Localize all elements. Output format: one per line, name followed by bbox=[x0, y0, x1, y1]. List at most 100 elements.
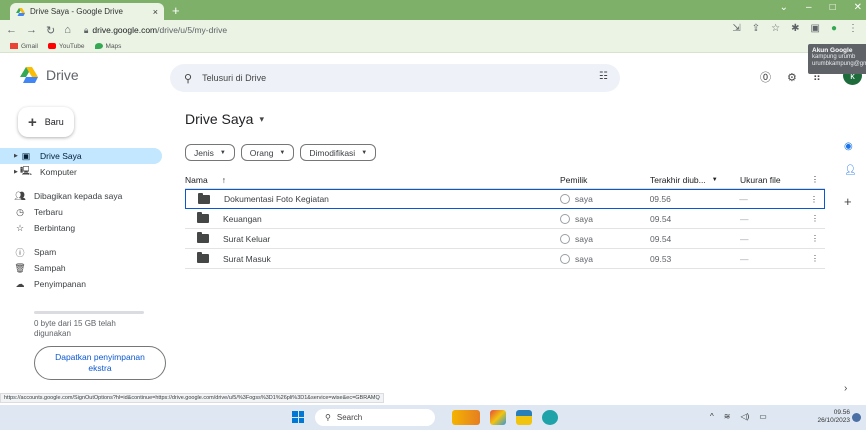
tab-title: Drive Saya - Google Drive bbox=[30, 7, 123, 16]
restore-icon[interactable]: □ bbox=[830, 2, 836, 13]
menu-dots-icon[interactable]: ⋮ bbox=[848, 23, 858, 34]
settings-gear-icon[interactable]: ⚙ bbox=[787, 71, 797, 84]
volume-icon[interactable]: ◁) bbox=[740, 412, 749, 421]
user-icon bbox=[559, 194, 570, 204]
taskbar-clock[interactable]: 09.56 26/10/2023 bbox=[808, 409, 850, 425]
bookmark-star-icon[interactable]: ☆ bbox=[771, 23, 780, 34]
drive-logo[interactable]: Drive bbox=[20, 67, 79, 83]
table-row[interactable]: Surat Keluar saya 09.54 — ⋮ bbox=[185, 229, 825, 249]
get-storage-button[interactable]: Dapatkan penyimpanan ekstra bbox=[34, 346, 166, 380]
sidebar-item-komputer[interactable]: ▶ 🖳︎ Komputer bbox=[0, 164, 175, 180]
search-placeholder: Telusuri di Drive bbox=[202, 73, 267, 83]
minimize-icon[interactable]: – bbox=[806, 2, 812, 13]
main-content: Drive Saya ▾ Jenis ▼ Orang ▼ Dimodifikasi ▼… bbox=[175, 101, 835, 393]
filter-people[interactable]: Orang ▼ bbox=[240, 144, 295, 161]
more-options-icon[interactable]: ⋮ bbox=[805, 213, 825, 224]
new-tab-button[interactable]: + bbox=[172, 3, 180, 18]
bookmark-gmail[interactable]: Gmail bbox=[10, 43, 38, 50]
window-close-icon[interactable]: ✕ bbox=[854, 2, 862, 13]
status-url: https://accounts.google.com/SignOutOptio… bbox=[0, 393, 384, 403]
page-title[interactable]: Drive Saya ▾ bbox=[185, 111, 264, 127]
back-icon[interactable]: ← bbox=[6, 24, 17, 36]
taskbar-search[interactable]: ⚲ Search bbox=[315, 409, 435, 426]
bookmark-youtube[interactable]: YouTube bbox=[47, 43, 85, 50]
store-icon[interactable] bbox=[490, 410, 506, 425]
lock-icon: 🔒︎ bbox=[83, 24, 89, 35]
os-taskbar: ⚲ Search ^ ≋ ◁) ▭ 09.56 26/10/2023 bbox=[0, 405, 866, 430]
sidebar-item-drive-saya[interactable]: ▶ ▣ Drive Saya bbox=[0, 148, 162, 164]
filter-chips: Jenis ▼ Orang ▼ Dimodifikasi ▼ bbox=[185, 144, 377, 161]
forward-icon[interactable]: → bbox=[26, 24, 37, 36]
expand-arrow-icon[interactable]: ▶ bbox=[14, 169, 18, 175]
drive-favicon-icon bbox=[16, 7, 25, 16]
help-icon[interactable]: ⓪ bbox=[760, 69, 771, 85]
search-icon[interactable]: ⚲ bbox=[184, 72, 192, 85]
sidebar-item-shared[interactable]: 👥︎ Dibagikan kepada saya bbox=[0, 188, 175, 204]
sort-arrow-up-icon[interactable]: ↑ bbox=[222, 175, 226, 185]
share-icon[interactable]: ⇪ bbox=[752, 23, 760, 34]
column-name[interactable]: Nama ↑ bbox=[185, 175, 560, 185]
widgets-icon[interactable] bbox=[452, 410, 480, 425]
url-field[interactable]: 🔒︎ drive.google.com/drive/u/5/my-drive bbox=[84, 25, 227, 36]
bookmarks-bar: Gmail YouTube Maps bbox=[0, 40, 866, 53]
chevron-down-icon: ▼ bbox=[361, 149, 368, 156]
sidebar-item-recent[interactable]: ◷ Terbaru bbox=[0, 204, 175, 220]
right-side-panel: ◉ 👤︎ + › bbox=[838, 101, 866, 394]
sidebar-item-trash[interactable]: 🗑︎ Sampah bbox=[0, 260, 175, 276]
table-row[interactable]: Keuangan saya 09.54 — ⋮ bbox=[185, 209, 825, 229]
more-options-icon[interactable]: ⋮ bbox=[805, 253, 825, 264]
chevron-right-icon[interactable]: › bbox=[844, 383, 847, 394]
sidepanel-icon[interactable]: ▣ bbox=[811, 23, 820, 34]
table-row[interactable]: Dokumentasi Foto Kegiatan saya 09.56 — ⋮ bbox=[185, 189, 825, 209]
user-icon bbox=[560, 233, 570, 244]
more-options-icon[interactable]: ⋮ bbox=[804, 194, 824, 205]
home-icon[interactable]: ⌂ bbox=[64, 24, 71, 36]
edge-browser-icon[interactable] bbox=[542, 410, 558, 425]
storage-usage-text: 0 byte dari 15 GB telah digunakan bbox=[34, 319, 116, 338]
sidebar-item-spam[interactable]: ⓘ Spam bbox=[0, 244, 175, 260]
filter-modified[interactable]: Dimodifikasi ▼ bbox=[300, 144, 377, 161]
table-row[interactable]: Surat Masuk saya 09.53 — ⋮ bbox=[185, 249, 825, 269]
chevron-down-icon[interactable]: ⌄ bbox=[780, 2, 788, 13]
browser-tab[interactable]: Drive Saya - Google Drive × bbox=[10, 3, 164, 20]
column-modified[interactable]: Terakhir diub... ▼ bbox=[650, 175, 740, 185]
address-bar: ← → ↻ ⌂ 🔒︎ drive.google.com/drive/u/5/my-… bbox=[0, 20, 866, 40]
search-icon: ⚲ bbox=[325, 413, 331, 422]
add-addon-icon[interactable]: + bbox=[844, 194, 852, 209]
windows-start-icon[interactable] bbox=[292, 411, 304, 423]
column-size[interactable]: Ukuran file bbox=[740, 175, 805, 185]
storage-bar bbox=[34, 311, 144, 314]
computer-icon: 🖳︎ bbox=[20, 166, 33, 176]
bookmark-maps[interactable]: Maps bbox=[94, 43, 121, 50]
search-options-icon[interactable]: ☷ bbox=[599, 71, 608, 82]
gmail-icon bbox=[10, 43, 18, 49]
drive-header: Drive ⚲ Telusuri di Drive ☷ ⓪ ⚙ ⠿ k bbox=[0, 53, 866, 101]
more-options-icon[interactable]: ⋮ bbox=[805, 233, 825, 244]
wifi-icon[interactable]: ≋ bbox=[724, 412, 731, 421]
tasks-icon[interactable]: ◉ bbox=[844, 141, 853, 152]
tab-close-icon[interactable]: × bbox=[153, 7, 158, 17]
drive-icon: ▣ bbox=[21, 150, 31, 161]
reload-icon[interactable]: ↻ bbox=[46, 24, 55, 37]
file-explorer-icon[interactable] bbox=[516, 410, 532, 425]
youtube-icon bbox=[47, 43, 56, 49]
sidebar-item-storage[interactable]: ☁ Penyimpanan bbox=[0, 276, 175, 292]
battery-icon[interactable]: ▭ bbox=[759, 412, 767, 421]
expand-arrow-icon[interactable]: ▶ bbox=[14, 153, 18, 159]
chevron-down-icon: ▾ bbox=[259, 113, 264, 124]
star-icon: ☆ bbox=[15, 222, 25, 233]
profile-icon[interactable]: ● bbox=[831, 23, 837, 34]
install-icon[interactable]: ⇲ bbox=[732, 23, 740, 34]
column-owner[interactable]: Pemilik bbox=[560, 175, 650, 185]
contacts-icon[interactable]: 👤︎ bbox=[844, 165, 857, 176]
search-input[interactable]: ⚲ Telusuri di Drive ☷ bbox=[170, 64, 620, 92]
new-button[interactable]: + Baru bbox=[18, 107, 74, 137]
notification-icon[interactable] bbox=[852, 413, 861, 422]
filter-type[interactable]: Jenis ▼ bbox=[185, 144, 235, 161]
sidebar-item-starred[interactable]: ☆ Berbintang bbox=[0, 220, 175, 236]
extensions-icon[interactable]: ✱ bbox=[791, 23, 799, 34]
tray-chevron-up-icon[interactable]: ^ bbox=[710, 412, 714, 421]
account-tooltip: Akun Google kampung urumb urumbkampung@g… bbox=[808, 44, 866, 74]
column-options-icon[interactable]: ⋮ bbox=[805, 174, 825, 185]
spam-icon: ⓘ bbox=[15, 247, 25, 258]
